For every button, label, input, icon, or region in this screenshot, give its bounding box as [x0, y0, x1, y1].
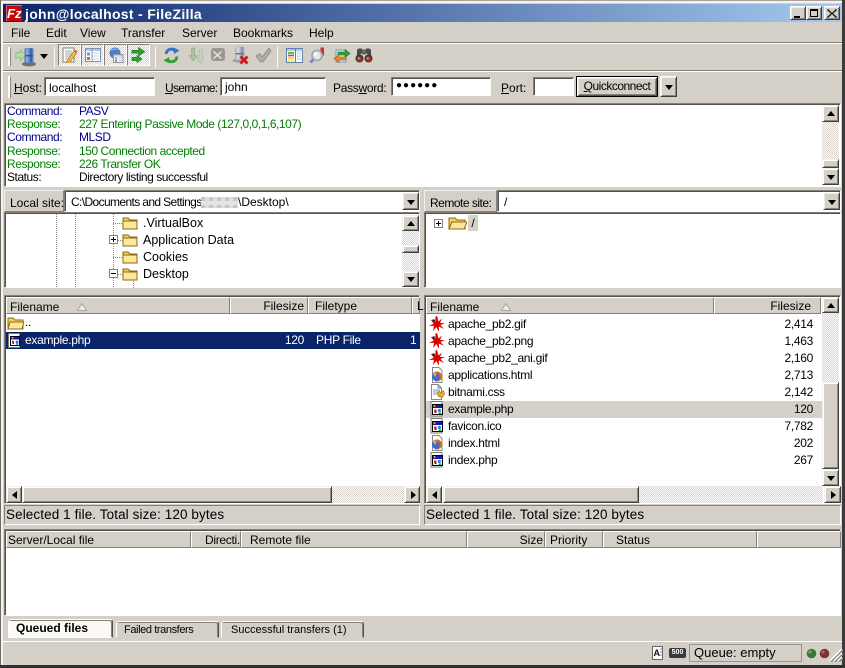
- svg-text:A: A: [654, 648, 661, 658]
- svg-text:Fz: Fz: [7, 6, 22, 21]
